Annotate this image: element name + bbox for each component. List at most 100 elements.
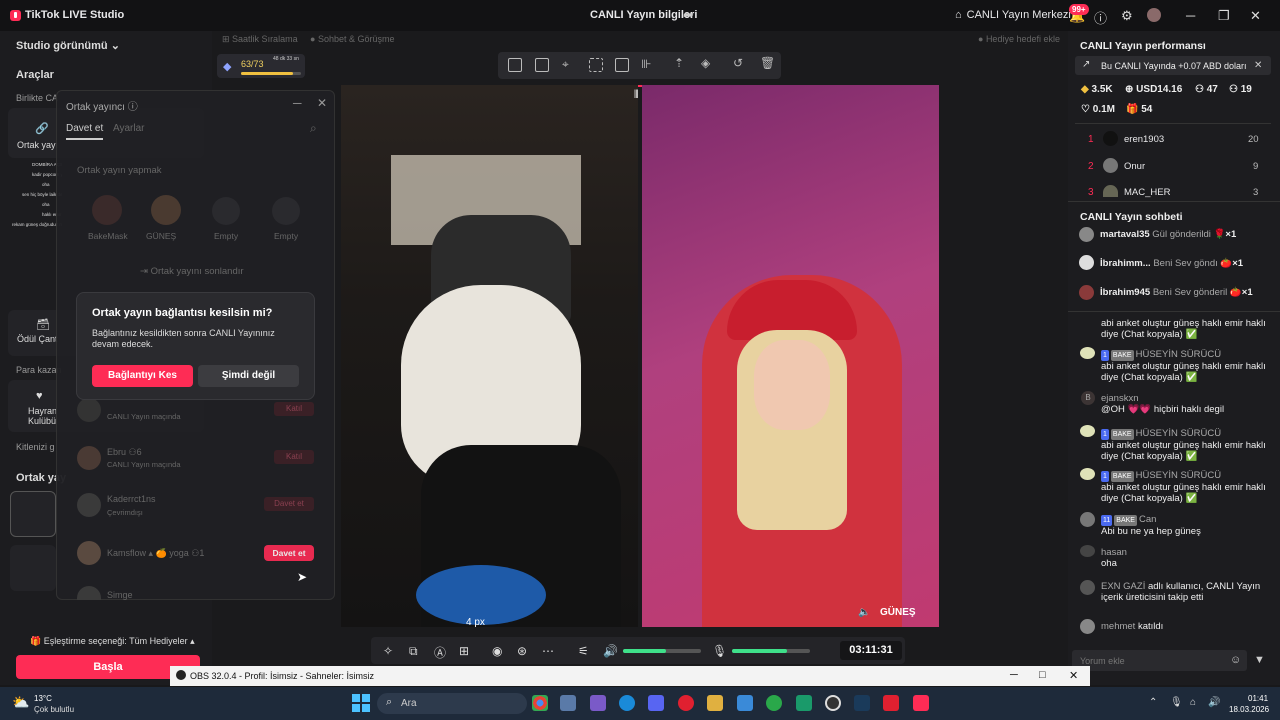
slot-avatar-4[interactable] <box>272 197 300 225</box>
mic-icon[interactable]: 🎙 <box>712 644 727 658</box>
gift-goal-chip[interactable]: ● Hediye hedefi ekle <box>978 34 1060 44</box>
teams-icon[interactable] <box>590 695 606 711</box>
discord-icon[interactable] <box>648 695 664 711</box>
obs-icon[interactable] <box>825 695 841 711</box>
matching-option[interactable]: 🎁 Eşleştirme seçeneği: Tüm Hediyeler ▴ <box>30 636 195 647</box>
filter-icon[interactable]: ▼ <box>1254 654 1265 666</box>
chat-user[interactable]: ejanskxn <box>1101 393 1139 404</box>
chat-user[interactable]: HÜSEYİN SÜRÜCÜ <box>1136 470 1222 481</box>
adjust-icon[interactable]: ⚟ <box>578 644 589 658</box>
speaker-icon[interactable]: 🔈 <box>858 607 870 618</box>
close-icon[interactable]: ✕ <box>1254 60 1262 71</box>
chat-user[interactable]: Can <box>1139 514 1156 525</box>
split-handle-icon[interactable]: ⫴ <box>634 89 639 102</box>
comment-input[interactable] <box>1072 650 1247 671</box>
close-button[interactable]: ✕ <box>1069 669 1078 682</box>
hourly-ranking-chip[interactable]: ⊞ Saatlik Sıralama <box>222 34 298 45</box>
resize-icon[interactable] <box>535 58 549 72</box>
chevron-up-icon[interactable]: ⌃ <box>1149 697 1157 708</box>
maximize-button[interactable]: ❐ <box>1218 8 1230 24</box>
search-icon[interactable]: ⌕ <box>310 121 317 136</box>
profile-avatar[interactable] <box>1147 8 1161 22</box>
layer-up-icon[interactable]: ⇡ <box>674 56 684 70</box>
video-left[interactable] <box>341 85 638 627</box>
add-source-icon[interactable]: ⊞ <box>459 644 469 658</box>
chat-user[interactable]: EXN GAZİ <box>1101 581 1145 592</box>
slot-avatar-3[interactable] <box>212 197 240 225</box>
mic-tray-icon[interactable]: 🎙 <box>1170 697 1183 708</box>
opera-icon[interactable] <box>678 695 694 711</box>
help-icon[interactable]: ⓘ <box>1094 8 1107 27</box>
more-icon[interactable]: ⋯ <box>542 644 554 658</box>
steam-icon[interactable] <box>854 695 870 711</box>
mail-icon[interactable] <box>737 695 753 711</box>
share-icon[interactable]: ➦ <box>683 7 694 23</box>
live-center-link[interactable]: ⌂ CANLI Yayın Merkezi <box>955 9 1071 21</box>
info-icon[interactable]: ⓘ <box>128 102 138 113</box>
copy-icon[interactable] <box>615 58 629 72</box>
tab-invite[interactable]: Davet et <box>66 123 104 140</box>
close-icon[interactable]: ✕ <box>317 96 327 110</box>
clock-time[interactable]: 01:41 <box>1248 694 1268 703</box>
invite-button[interactable]: Davet et <box>264 545 314 561</box>
browser-icon[interactable] <box>766 695 782 711</box>
disconnect-button[interactable]: Bağlantıyı Kes <box>92 365 193 387</box>
flip-icon[interactable]: ⊪ <box>641 57 651 71</box>
mic-slider[interactable] <box>732 649 810 653</box>
chat-user[interactable]: HÜSEYİN SÜRÜCÜ <box>1136 428 1222 439</box>
volume-icon[interactable]: 🔊 <box>603 644 618 658</box>
network-icon[interactable]: ⌂ <box>1190 697 1196 708</box>
chat-user[interactable]: HÜSEYİN SÜRÜCÜ <box>1136 349 1222 360</box>
undo-icon[interactable]: ↺ <box>733 56 743 70</box>
chat-meet-chip[interactable]: ● Sohbet & Görüşme <box>310 34 394 44</box>
rank-name[interactable]: Onur <box>1124 161 1145 172</box>
taskbar-search[interactable] <box>377 693 527 714</box>
studio-view-dropdown[interactable]: Studio görünümü ⌄ <box>16 39 120 52</box>
chat-user[interactable]: mehmet <box>1101 621 1135 632</box>
rank-name[interactable]: eren1903 <box>1124 134 1164 145</box>
rank-name[interactable]: MAC_HER <box>1124 187 1170 198</box>
gear-icon[interactable]: ⚙ <box>1121 8 1133 24</box>
co-host-layout-2[interactable] <box>10 545 56 591</box>
store-icon[interactable] <box>560 695 576 711</box>
invite-button[interactable]: Davet et <box>264 497 314 511</box>
volume-slider[interactable] <box>623 649 701 653</box>
maximize-button[interactable]: □ <box>1039 669 1046 681</box>
slot-avatar-2[interactable] <box>151 195 181 225</box>
end-co-host-button[interactable]: ⇥ Ortak yayını sonlandır <box>140 266 244 277</box>
slot-avatar-1[interactable] <box>92 195 122 225</box>
app-icon[interactable] <box>796 695 812 711</box>
record-icon[interactable]: ◉ <box>492 644 502 658</box>
not-now-button[interactable]: Şimdi değil <box>198 365 299 387</box>
crop-icon[interactable] <box>589 58 603 72</box>
join-button[interactable]: Katıl <box>274 402 314 416</box>
ai-icon[interactable]: Ⓐ <box>434 644 446 661</box>
layers-icon[interactable]: ◈ <box>701 56 710 70</box>
join-button[interactable]: Katıl <box>274 450 314 464</box>
camera-icon[interactable]: ⊛ <box>517 644 527 658</box>
folder-icon[interactable] <box>707 695 723 711</box>
weather-desc[interactable]: Çok bulutlu <box>34 705 74 714</box>
windows-start-icon[interactable] <box>352 694 370 712</box>
select-icon[interactable] <box>508 58 522 72</box>
minimize-button[interactable]: ─ <box>1186 8 1195 23</box>
screen-share-icon[interactable]: ⧉ <box>409 644 418 659</box>
minimize-button[interactable]: ─ <box>1010 669 1018 681</box>
live-info-title[interactable]: CANLI Yayın bilgileri <box>590 9 697 21</box>
co-host-layout-1[interactable] <box>10 491 56 537</box>
close-button[interactable]: ✕ <box>1250 8 1261 24</box>
obs-window-bar[interactable]: OBS 32.0.4 - Profil: İsimsiz - Sahneler:… <box>170 666 1090 686</box>
chrome-icon[interactable] <box>532 695 548 711</box>
minimize-icon[interactable]: ─ <box>293 96 302 110</box>
video-right[interactable] <box>642 85 939 627</box>
emoji-icon[interactable]: ☺ <box>1230 654 1241 666</box>
magic-icon[interactable]: ✧ <box>383 644 393 658</box>
center-icon[interactable]: ⌖ <box>562 57 569 72</box>
tab-settings[interactable]: Ayarlar <box>113 123 145 134</box>
youtube-icon[interactable] <box>883 695 899 711</box>
edge-icon[interactable] <box>619 695 635 711</box>
clock-date[interactable]: 18.03.2026 <box>1229 705 1269 714</box>
tiktok-studio-icon[interactable] <box>913 695 929 711</box>
trash-icon[interactable]: 🗑 <box>760 56 775 70</box>
weather-temp[interactable]: 13°C <box>34 694 52 703</box>
